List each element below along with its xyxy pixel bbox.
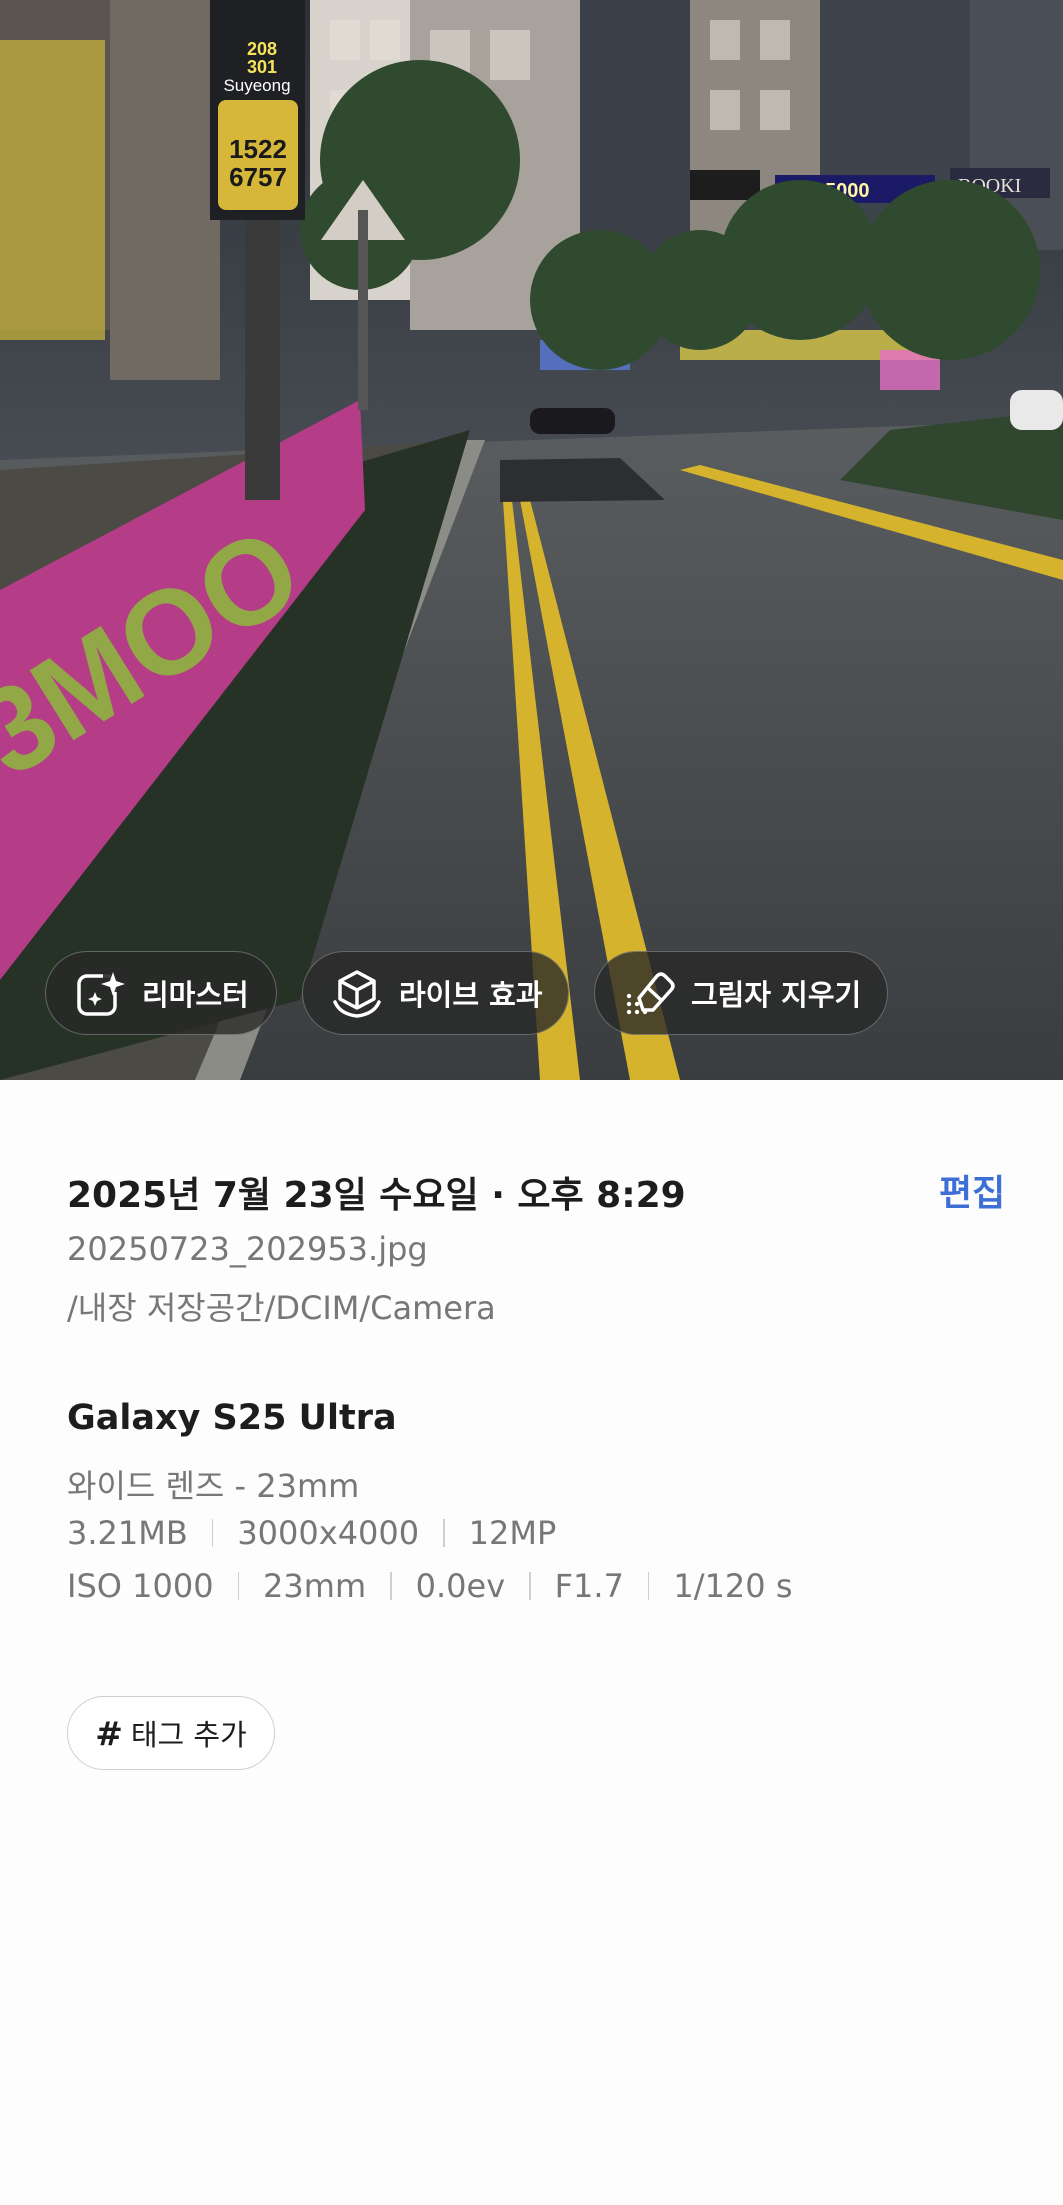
divider <box>237 1572 240 1600</box>
photo-preview[interactable]: 555·5000 BOOKI 3MOO <box>0 0 1063 1080</box>
remaster-label: 리마스터 <box>142 978 249 1012</box>
file-path: /내장 저장공간/DCIM/Camera <box>67 1289 496 1327</box>
shadow-eraser-icon <box>621 965 677 1021</box>
lens-info: 와이드 렌즈 - 23mm <box>67 1467 360 1505</box>
shadow-eraser-label: 그림자 지우기 <box>691 978 862 1012</box>
iso-value: ISO 1000 <box>67 1567 214 1605</box>
svg-text:Suyeong: Suyeong <box>223 76 290 95</box>
svg-text:1522: 1522 <box>229 134 287 164</box>
resolution: 3000x4000 <box>237 1514 420 1552</box>
edit-button[interactable]: 편집 <box>939 1164 1005 1216</box>
divider <box>390 1572 392 1600</box>
svg-text:301: 301 <box>247 57 277 77</box>
file-specs-row: 3.21MB 3000x4000 12MP <box>67 1514 556 1552</box>
file-size: 3.21MB <box>67 1514 188 1552</box>
divider <box>443 1519 445 1547</box>
divider <box>529 1572 531 1600</box>
exposure-value: 0.0ev <box>415 1567 506 1605</box>
aperture: F1.7 <box>554 1567 624 1605</box>
divider <box>647 1572 650 1600</box>
live-effect-button[interactable]: 라이브 효과 <box>302 951 569 1035</box>
shutter-speed: 1/120 s <box>673 1567 793 1605</box>
night-street-photo: 555·5000 BOOKI 3MOO <box>0 0 1063 1080</box>
remaster-sparkle-icon <box>72 965 128 1021</box>
svg-text:6757: 6757 <box>229 162 287 192</box>
add-tag-button[interactable]: # 태그 추가 <box>67 1696 275 1770</box>
photo-date-time: 2025년 7월 23일 수요일 · 오후 8:29 <box>67 1175 686 1216</box>
add-tag-label: 태그 추가 <box>130 1718 247 1752</box>
exposure-specs-row: ISO 1000 23mm 0.0ev F1.7 1/120 s <box>67 1567 792 1605</box>
megapixels: 12MP <box>468 1514 557 1552</box>
focal-length: 23mm <box>263 1567 367 1605</box>
file-name: 20250723_202953.jpg <box>67 1230 428 1268</box>
divider <box>211 1519 214 1547</box>
svg-text:208: 208 <box>247 39 277 59</box>
remaster-button[interactable]: 리마스터 <box>45 951 277 1035</box>
live-effect-cube-icon <box>329 965 385 1021</box>
hash-icon: # <box>95 1713 123 1753</box>
live-effect-label: 라이브 효과 <box>399 978 543 1012</box>
device-model: Galaxy S25 Ultra <box>67 1398 397 1438</box>
shadow-eraser-button[interactable]: 그림자 지우기 <box>594 951 888 1035</box>
